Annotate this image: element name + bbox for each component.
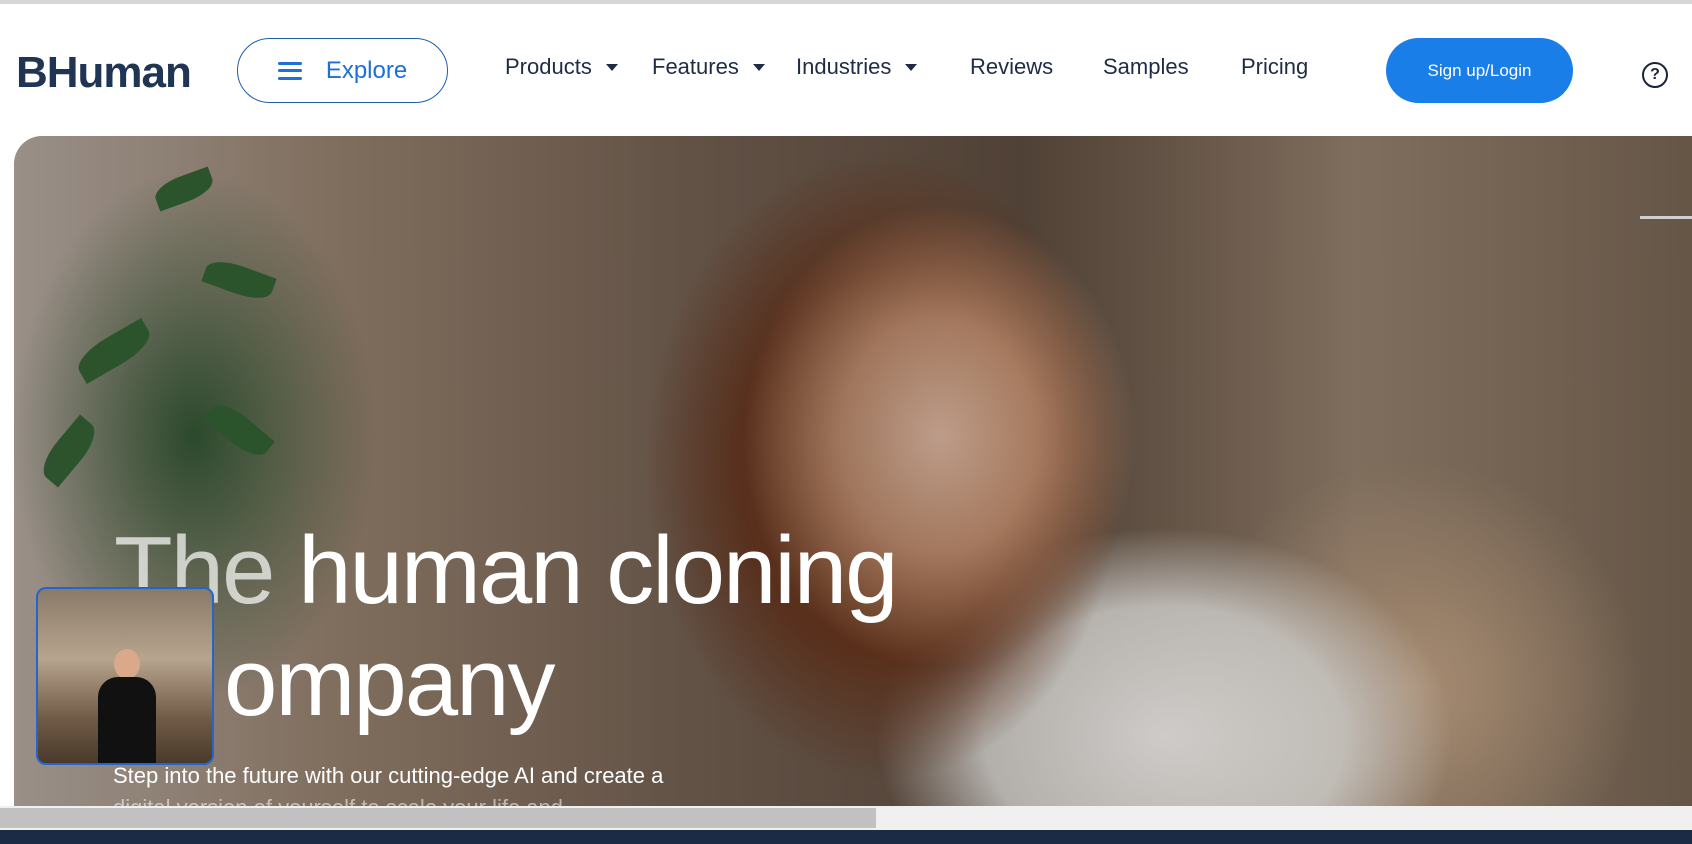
site-header: BHuman Explore Products Features Industr… bbox=[0, 4, 1692, 136]
nav-industries-label: Industries bbox=[796, 54, 892, 79]
hero-title-line1: human cloning bbox=[273, 517, 898, 624]
os-taskbar bbox=[0, 830, 1692, 844]
nav-features-label: Features bbox=[652, 54, 739, 79]
nav-pricing[interactable]: Pricing bbox=[1241, 54, 1308, 80]
caret-down-icon bbox=[605, 63, 618, 71]
hero-title: The human cloning ompany bbox=[114, 515, 899, 739]
slider-indicator[interactable] bbox=[1640, 216, 1692, 219]
hamburger-icon bbox=[277, 61, 302, 80]
explore-button[interactable]: Explore bbox=[237, 38, 448, 103]
nav-products-label: Products bbox=[505, 54, 592, 79]
nav-samples[interactable]: Samples bbox=[1103, 54, 1189, 80]
caret-down-icon bbox=[752, 63, 765, 71]
nav-industries[interactable]: Industries bbox=[796, 54, 918, 80]
presenter-figure bbox=[98, 649, 156, 763]
caret-down-icon bbox=[905, 63, 918, 71]
nav-samples-label: Samples bbox=[1103, 54, 1189, 79]
brand-logo[interactable]: BHuman bbox=[16, 48, 192, 98]
nav-products[interactable]: Products bbox=[505, 54, 618, 80]
horizontal-scrollbar-thumb[interactable] bbox=[0, 808, 876, 828]
help-icon[interactable]: ? bbox=[1642, 62, 1668, 88]
nav-reviews[interactable]: Reviews bbox=[970, 54, 1053, 80]
signup-login-button[interactable]: Sign up/Login bbox=[1386, 38, 1573, 103]
hero-subtitle: Step into the future with our cutting-ed… bbox=[113, 763, 664, 788]
nav-reviews-label: Reviews bbox=[970, 54, 1054, 79]
explore-label: Explore bbox=[325, 56, 408, 84]
nav-pricing-label: Pricing bbox=[1241, 54, 1309, 79]
video-avatar-thumbnail[interactable] bbox=[36, 587, 214, 765]
nav-features[interactable]: Features bbox=[652, 54, 765, 80]
